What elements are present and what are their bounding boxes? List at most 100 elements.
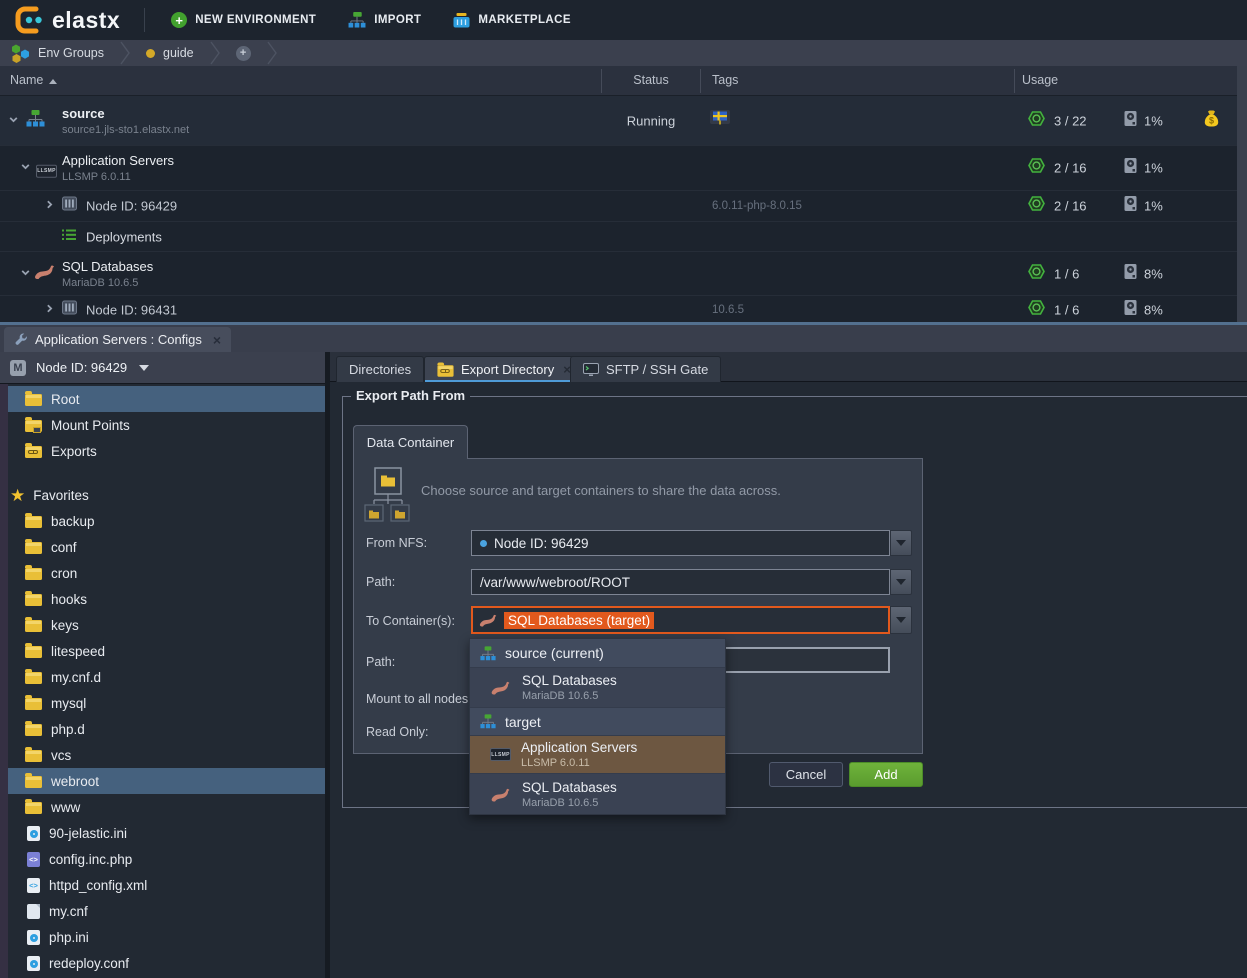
config-file-icon — [27, 930, 40, 945]
add-button[interactable]: Add — [849, 762, 923, 787]
dropdown-group-source[interactable]: source (current) — [470, 639, 725, 668]
env-row-source[interactable]: source source1.jls-sto1.elastx.net Runni… — [0, 96, 1237, 146]
tab-sftp-ssh-gate[interactable]: SFTP / SSH Gate — [570, 356, 721, 382]
folder-icon — [25, 672, 42, 684]
node-row-96429[interactable]: Node ID: 96429 6.0.11-php-8.0.15 2 / 16 … — [0, 191, 1237, 222]
dropdown-arrow-button[interactable] — [890, 530, 912, 556]
tree-item-keys[interactable]: keys — [8, 612, 325, 638]
new-environment-button[interactable]: + NEW ENVIRONMENT — [155, 0, 332, 40]
tree-item-litespeed[interactable]: litespeed — [8, 638, 325, 664]
breadcrumb-env-groups[interactable]: Env Groups — [0, 44, 114, 63]
tree-item-mount-points[interactable]: Mount Points — [8, 412, 325, 438]
folder-icon — [25, 542, 42, 554]
tree-item-my-cnf-d[interactable]: my.cnf.d — [8, 664, 325, 690]
tree-item-90-jelastic-ini[interactable]: 90-jelastic.ini — [8, 820, 325, 846]
column-header-tags[interactable]: Tags — [712, 73, 738, 87]
elastx-logo-icon — [14, 5, 44, 35]
env-list-scrollbar[interactable] — [1237, 66, 1247, 322]
breadcrumb-label: guide — [163, 46, 194, 60]
marketplace-button[interactable]: MARKETPLACE — [437, 0, 587, 40]
deployments-row[interactable]: Deployments — [0, 222, 1237, 252]
llsmp-icon: LLSMP — [490, 748, 511, 761]
env-name: source — [62, 106, 189, 121]
path-field[interactable]: /var/www/webroot/ROOT — [471, 569, 890, 595]
chevron-down-icon[interactable] — [8, 112, 19, 130]
top-bar: elastx + NEW ENVIRONMENT IMPORT MARKETPL… — [0, 0, 1247, 40]
dropdown-arrow-button[interactable] — [890, 569, 912, 595]
node-row-96431[interactable]: Node ID: 96431 10.6.5 1 / 6 8% — [0, 296, 1237, 322]
tree-item-my-cnf[interactable]: my.cnf — [8, 898, 325, 924]
add-group-icon: + — [236, 46, 251, 61]
close-icon[interactable]: × — [213, 332, 221, 348]
tree-item-php-ini[interactable]: php.ini — [8, 924, 325, 950]
disk-value: 1% — [1144, 161, 1163, 176]
version-tag: 6.0.11-php-8.0.15 — [712, 200, 802, 212]
cloudlets-value: 2 / 16 — [1054, 161, 1087, 176]
tree-item-redeploy-conf[interactable]: redeploy.conf — [8, 950, 325, 976]
node-selector[interactable]: M Node ID: 96429 — [0, 352, 325, 384]
column-header-name[interactable]: Name — [10, 73, 57, 87]
dropdown-group-target[interactable]: target — [470, 708, 725, 736]
tab-label: Application Servers : Configs — [35, 332, 202, 347]
to-containers-field[interactable]: SQL Databases (target) — [471, 606, 890, 634]
disk-value: 1% — [1144, 113, 1163, 128]
tree-item-backup[interactable]: backup — [8, 508, 325, 534]
region-flag-tag-icon[interactable] — [710, 110, 730, 132]
tree-item-cron[interactable]: cron — [8, 560, 325, 586]
column-header-usage[interactable]: Usage — [1022, 73, 1058, 87]
tree-item-php-d[interactable]: php.d — [8, 716, 325, 742]
tree-item-httpd-config-xml[interactable]: httpd_config.xml — [8, 872, 325, 898]
tree-item-root[interactable]: Root — [8, 386, 325, 412]
disk-icon — [1124, 300, 1137, 321]
tree-item-conf[interactable]: conf — [8, 534, 325, 560]
tab-app-servers-configs[interactable]: Application Servers : Configs × — [4, 327, 231, 352]
chevron-down-icon[interactable] — [20, 265, 31, 283]
tree-item-vcs[interactable]: vcs — [8, 742, 325, 768]
chevron-right-icon[interactable] — [44, 301, 55, 319]
logo[interactable]: elastx — [0, 5, 134, 35]
from-nfs-field[interactable]: Node ID: 96429 — [471, 530, 890, 556]
breadcrumb-add-group-button[interactable]: + — [226, 46, 261, 61]
config-file-icon — [27, 826, 40, 841]
tree-item-www[interactable]: www — [8, 794, 325, 820]
dropdown-item-sql-target[interactable]: SQL DatabasesMariaDB 10.6.5 — [470, 774, 725, 814]
mariadb-seal-icon — [479, 613, 498, 627]
config-content-panel: Directories Export Directory × SFTP / SS… — [330, 352, 1247, 978]
node-group-row-app-servers[interactable]: LLSMP Application Servers LLSMP 6.0.11 2… — [0, 146, 1237, 191]
tree-item-mysql[interactable]: mysql — [8, 690, 325, 716]
folder-icon — [25, 568, 42, 580]
group-name: SQL Databases — [62, 259, 153, 274]
dropdown-item-sql-source[interactable]: SQL DatabasesMariaDB 10.6.5 — [470, 668, 725, 708]
folder-icon — [25, 698, 42, 710]
chevron-down-icon[interactable] — [20, 159, 31, 177]
to-containers-combo[interactable]: SQL Databases (target) — [471, 606, 912, 634]
tree-item-exports[interactable]: Exports — [8, 438, 325, 464]
tab-directories[interactable]: Directories — [336, 356, 424, 382]
dropdown-item-app-servers-target[interactable]: LLSMP Application ServersLLSMP 6.0.11 — [470, 736, 725, 774]
breadcrumb-chevron-icon — [120, 41, 130, 65]
tree-item-hooks[interactable]: hooks — [8, 586, 325, 612]
chevron-right-icon[interactable] — [44, 197, 55, 215]
disk-value: 8% — [1144, 266, 1163, 281]
dropdown-arrow-button[interactable] — [890, 606, 912, 634]
env-table-body: source source1.jls-sto1.elastx.net Runni… — [0, 96, 1237, 322]
folder-link-icon — [437, 365, 453, 376]
from-nfs-combo[interactable]: Node ID: 96429 — [471, 530, 912, 556]
column-header-status[interactable]: Status — [601, 73, 701, 87]
tree-scrollbar[interactable] — [0, 384, 8, 978]
billing-icon[interactable]: $ — [1204, 110, 1219, 132]
column-divider — [700, 69, 701, 93]
cloudlets-icon — [1028, 196, 1045, 217]
cloudlets-value: 2 / 16 — [1054, 199, 1087, 214]
cancel-button[interactable]: Cancel — [769, 762, 843, 787]
file-tree: Root Mount Points Exports ★Favorites bac… — [8, 386, 325, 976]
tab-data-container[interactable]: Data Container — [353, 425, 468, 459]
tab-export-directory[interactable]: Export Directory × — [424, 356, 584, 382]
tree-item-config-inc-php[interactable]: config.inc.php — [8, 846, 325, 872]
import-button[interactable]: IMPORT — [332, 0, 437, 40]
node-group-row-sql[interactable]: SQL Databases MariaDB 10.6.5 1 / 6 8% — [0, 252, 1237, 296]
breadcrumb-group-guide[interactable]: guide — [136, 46, 204, 60]
tree-item-webroot[interactable]: webroot — [8, 768, 325, 794]
path-combo[interactable]: /var/www/webroot/ROOT — [471, 569, 912, 595]
selected-value: SQL Databases (target) — [504, 612, 654, 629]
